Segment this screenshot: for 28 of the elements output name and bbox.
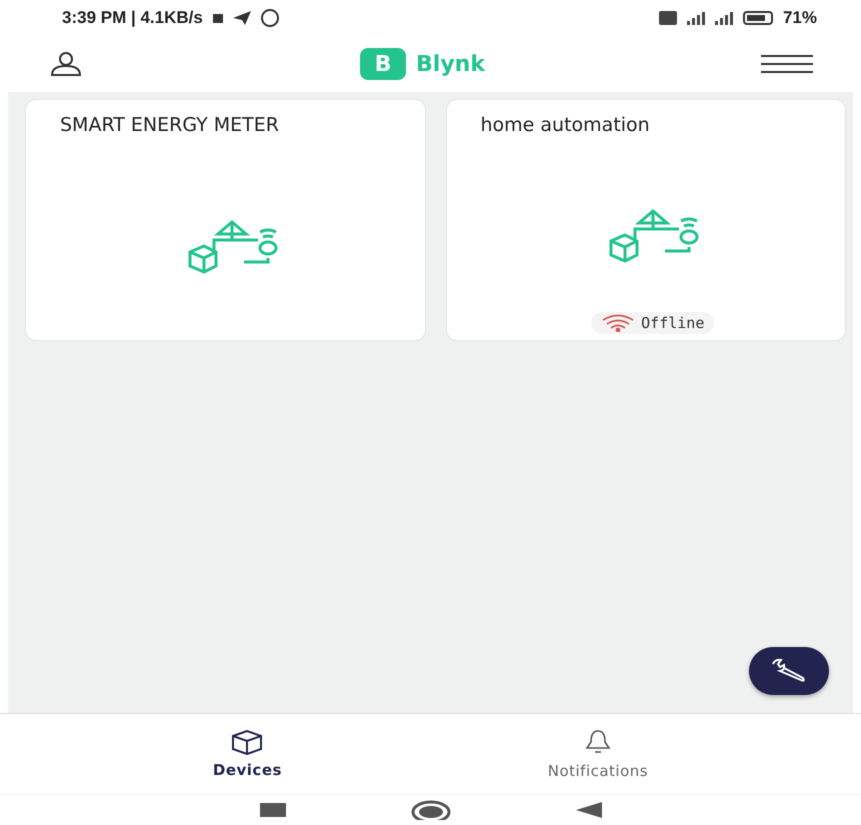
signal-icon (714, 11, 733, 25)
nav-tab[interactable]: Notifications (542, 714, 654, 794)
send-icon (232, 11, 251, 25)
volte-icon (658, 11, 677, 25)
device-name: home automation (480, 114, 651, 138)
chat-icon (260, 9, 279, 27)
device-diagram-icon (186, 218, 278, 274)
wifi-icon (601, 314, 636, 332)
device-diagram-icon (606, 206, 699, 263)
menu-icon[interactable] (760, 54, 813, 74)
user-icon[interactable] (48, 51, 84, 77)
app-name: Blynk (416, 52, 485, 76)
device-card[interactable]: home automation Offline (446, 100, 845, 340)
status-time: 3:39 PM | 4.1KB/s (62, 8, 203, 28)
wrench-button[interactable] (749, 647, 829, 695)
device-card[interactable]: SMART ENERGY METER (26, 100, 424, 340)
back-icon[interactable] (576, 802, 602, 818)
box-icon (231, 729, 264, 755)
battery-percent: 71% (782, 8, 817, 28)
status-label: Offline (641, 314, 704, 332)
home-icon[interactable] (410, 800, 450, 820)
signal-icon (686, 11, 705, 25)
battery-icon (742, 11, 773, 25)
sim-icon (212, 14, 223, 22)
logo-mark: B (360, 48, 406, 80)
device-name: SMART ENERGY METER (60, 114, 280, 138)
nav-tab[interactable]: Devices (206, 714, 288, 794)
bell-icon (584, 728, 612, 756)
